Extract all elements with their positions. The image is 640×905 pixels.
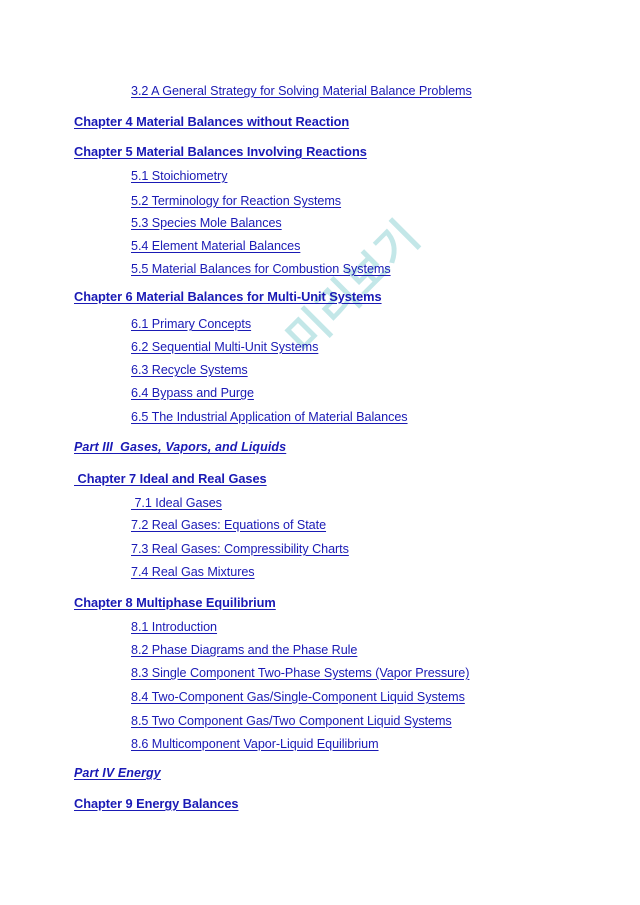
toc-entry-section[interactable]: 7.2 Real Gases: Equations of State	[131, 519, 326, 532]
toc-entry-chapter[interactable]: Chapter 4 Material Balances without Reac…	[74, 115, 349, 129]
toc-entry-chapter[interactable]: Chapter 7 Ideal and Real Gases	[74, 472, 267, 486]
toc-entry-section[interactable]: 8.2 Phase Diagrams and the Phase Rule	[131, 644, 357, 657]
toc-entry-part[interactable]: Part III Gases, Vapors, and Liquids	[74, 441, 286, 454]
toc-entry-section[interactable]: 8.1 Introduction	[131, 621, 217, 634]
toc-entry-section[interactable]: 8.4 Two-Component Gas/Single-Component L…	[131, 691, 465, 704]
table-of-contents: 3.2 A General Strategy for Solving Mater…	[0, 0, 640, 905]
toc-entry-section[interactable]: 6.5 The Industrial Application of Materi…	[131, 411, 408, 424]
toc-entry-section[interactable]: 5.3 Species Mole Balances	[131, 217, 282, 230]
toc-entry-section[interactable]: 8.5 Two Component Gas/Two Component Liqu…	[131, 715, 452, 728]
toc-entry-section[interactable]: 6.1 Primary Concepts	[131, 318, 251, 331]
toc-entry-section[interactable]: 7.3 Real Gases: Compressibility Charts	[131, 543, 349, 556]
toc-entry-chapter[interactable]: Chapter 5 Material Balances Involving Re…	[74, 145, 367, 159]
toc-entry-chapter[interactable]: Chapter 8 Multiphase Equilibrium	[74, 596, 276, 610]
toc-entry-chapter[interactable]: Chapter 9 Energy Balances	[74, 797, 239, 811]
toc-entry-section[interactable]: 7.1 Ideal Gases	[131, 497, 222, 510]
toc-entry-section[interactable]: 8.3 Single Component Two-Phase Systems (…	[131, 667, 469, 680]
toc-entry-section[interactable]: 8.6 Multicomponent Vapor-Liquid Equilibr…	[131, 738, 379, 751]
toc-entry-section[interactable]: 7.4 Real Gas Mixtures	[131, 566, 255, 579]
toc-entry-section[interactable]: 6.2 Sequential Multi-Unit Systems	[131, 341, 318, 354]
toc-entry-section[interactable]: 5.2 Terminology for Reaction Systems	[131, 195, 341, 208]
toc-entry-section[interactable]: 6.3 Recycle Systems	[131, 364, 248, 377]
toc-entry-part[interactable]: Part IV Energy	[74, 767, 161, 780]
toc-entry-section[interactable]: 6.4 Bypass and Purge	[131, 387, 254, 400]
toc-entry-section[interactable]: 5.1 Stoichiometry	[131, 170, 228, 183]
toc-entry-section[interactable]: 5.5 Material Balances for Combustion Sys…	[131, 263, 391, 276]
toc-entry-section[interactable]: 5.4 Element Material Balances	[131, 240, 300, 253]
toc-entry-chapter[interactable]: Chapter 6 Material Balances for Multi-Un…	[74, 290, 382, 304]
toc-entry-section[interactable]: 3.2 A General Strategy for Solving Mater…	[131, 85, 472, 98]
